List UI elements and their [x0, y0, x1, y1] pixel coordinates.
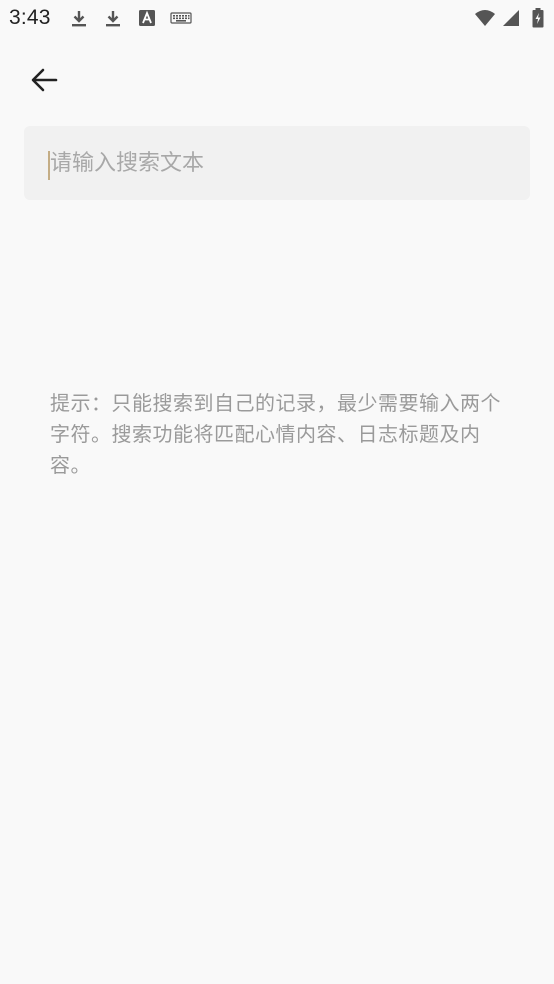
download-icon — [106, 11, 120, 27]
battery-icon — [532, 8, 544, 28]
keyboard-icon — [170, 12, 192, 24]
search-box — [24, 126, 530, 200]
search-hint: 提示：只能搜索到自己的记录，最少需要输入两个字符。搜索功能将匹配心情内容、日志标… — [50, 391, 501, 477]
status-bar: 3:43 — [0, 0, 554, 40]
signal-icon — [503, 10, 519, 26]
a-box-icon — [139, 10, 155, 26]
download-icon — [72, 11, 86, 27]
back-button[interactable] — [24, 60, 64, 100]
search-input[interactable] — [50, 126, 510, 200]
wifi-icon — [475, 10, 495, 26]
arrow-left-icon — [31, 68, 58, 92]
status-time: 3:43 — [9, 6, 51, 29]
